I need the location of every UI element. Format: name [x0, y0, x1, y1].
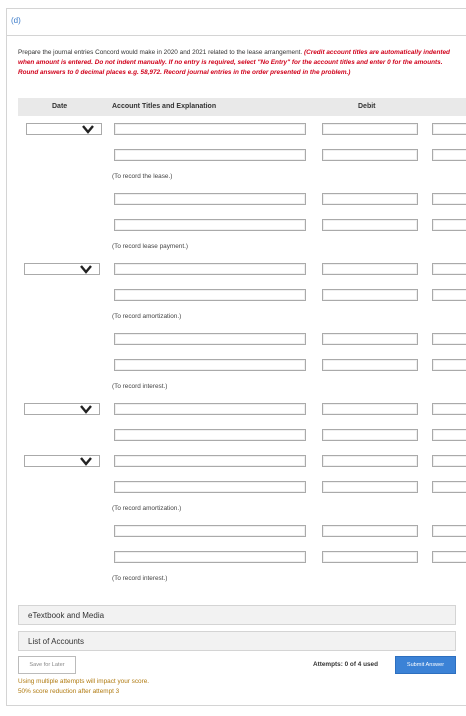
- list-of-accounts-label: List of Accounts: [28, 637, 85, 646]
- score-reduction-note: 50% score reduction after attempt 3: [18, 688, 120, 695]
- date-select[interactable]: [26, 123, 102, 135]
- etextbook-panel[interactable]: eTextbook and Media: [18, 605, 456, 625]
- account-title-input[interactable]: [114, 455, 306, 467]
- credit-input[interactable]: [432, 359, 466, 371]
- account-title-input[interactable]: [114, 149, 306, 161]
- credit-input[interactable]: [432, 481, 466, 493]
- debit-input[interactable]: [322, 289, 418, 301]
- header-account: Account Titles and Explanation: [112, 103, 217, 110]
- debit-input[interactable]: [322, 263, 418, 275]
- credit-input[interactable]: [432, 551, 466, 563]
- entry-note: (To record interest.): [112, 575, 168, 582]
- etextbook-label: eTextbook and Media: [28, 611, 105, 620]
- part-label: (d): [11, 16, 21, 25]
- date-select[interactable]: [24, 455, 100, 467]
- header-date: Date: [52, 103, 68, 110]
- entry-note: (To record amortization.): [112, 313, 182, 320]
- account-title-input[interactable]: [114, 525, 306, 537]
- credit-input[interactable]: [432, 289, 466, 301]
- debit-input[interactable]: [322, 455, 418, 467]
- submit-answer-button[interactable]: Submit Answer: [395, 656, 456, 674]
- credit-input[interactable]: [432, 193, 466, 205]
- credit-input[interactable]: [432, 219, 466, 231]
- entry-note: (To record interest.): [112, 383, 168, 390]
- credit-input[interactable]: [432, 149, 466, 161]
- account-title-input[interactable]: [114, 429, 306, 441]
- attempts-warning: Using multiple attempts will impact your…: [18, 678, 150, 685]
- debit-input[interactable]: [322, 429, 418, 441]
- account-title-input[interactable]: [114, 333, 306, 345]
- debit-input[interactable]: [322, 219, 418, 231]
- credit-input[interactable]: [432, 455, 466, 467]
- debit-input[interactable]: [322, 333, 418, 345]
- credit-input[interactable]: [432, 123, 466, 135]
- chevron-down-icon: [80, 457, 92, 466]
- debit-input[interactable]: [322, 123, 418, 135]
- account-title-input[interactable]: [114, 359, 306, 371]
- instructions: Prepare the journal entries Concord woul…: [18, 48, 458, 78]
- account-title-input[interactable]: [114, 289, 306, 301]
- account-title-input[interactable]: [114, 263, 306, 275]
- account-title-input[interactable]: [114, 123, 306, 135]
- account-title-input[interactable]: [114, 193, 306, 205]
- part-header: (d): [6, 8, 466, 36]
- entry-note: (To record lease payment.): [112, 243, 189, 250]
- date-select[interactable]: [24, 403, 100, 415]
- chevron-down-icon: [82, 125, 94, 134]
- credit-input[interactable]: [432, 403, 466, 415]
- entry-note: (To record amortization.): [112, 505, 182, 512]
- debit-input[interactable]: [322, 359, 418, 371]
- debit-input[interactable]: [322, 551, 418, 563]
- save-for-later-button[interactable]: Save for Later: [18, 656, 76, 674]
- account-title-input[interactable]: [114, 551, 306, 563]
- credit-input[interactable]: [432, 333, 466, 345]
- attempts-counter: Attempts: 0 of 4 used: [313, 661, 378, 668]
- chevron-down-icon: [80, 265, 92, 274]
- credit-input[interactable]: [432, 525, 466, 537]
- debit-input[interactable]: [322, 149, 418, 161]
- account-title-input[interactable]: [114, 219, 306, 231]
- credit-input[interactable]: [432, 429, 466, 441]
- debit-input[interactable]: [322, 481, 418, 493]
- entry-note: (To record the lease.): [112, 173, 173, 180]
- chevron-down-icon: [80, 405, 92, 414]
- table-header: Date Account Titles and Explanation Debi…: [18, 98, 466, 116]
- debit-input[interactable]: [322, 403, 418, 415]
- date-select[interactable]: [24, 263, 100, 275]
- account-title-input[interactable]: [114, 403, 306, 415]
- header-debit: Debit: [358, 103, 376, 110]
- list-of-accounts-panel[interactable]: List of Accounts: [18, 631, 456, 651]
- debit-input[interactable]: [322, 193, 418, 205]
- account-title-input[interactable]: [114, 481, 306, 493]
- debit-input[interactable]: [322, 525, 418, 537]
- credit-input[interactable]: [432, 263, 466, 275]
- instructions-text: Prepare the journal entries Concord woul…: [18, 49, 304, 56]
